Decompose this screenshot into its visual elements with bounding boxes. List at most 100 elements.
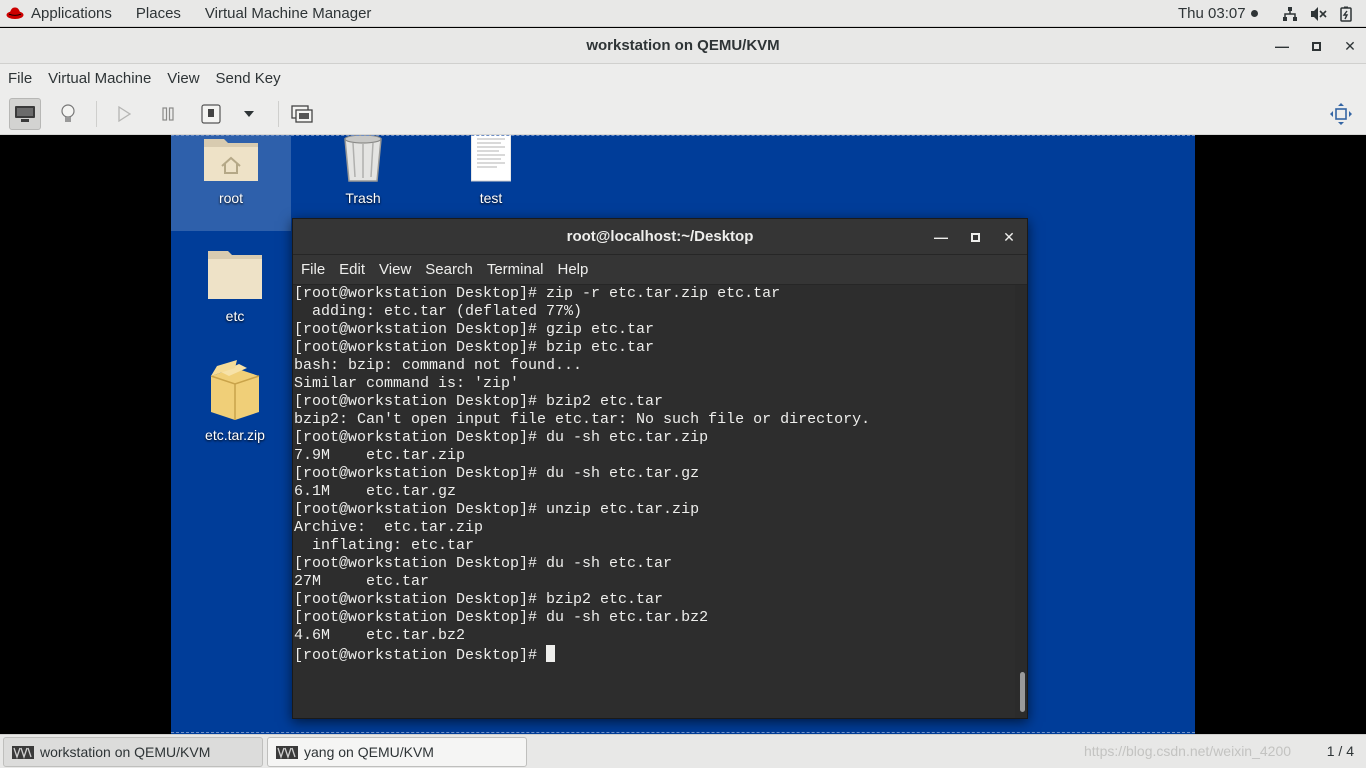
redhat-logo-icon: [6, 7, 24, 19]
terminal-line: [root@workstation Desktop]# du -sh etc.t…: [294, 555, 673, 572]
terminal-title: root@localhost:~/Desktop: [566, 228, 754, 245]
archive-icon: [210, 360, 260, 420]
system-tray[interactable]: [1282, 0, 1352, 27]
toolbar-separator: [278, 101, 279, 127]
applications-menu[interactable]: Applications: [0, 0, 124, 27]
terminal-line: [root@workstation Desktop]# zip -r etc.t…: [294, 285, 781, 302]
terminal-line: Similar command is: 'zip': [294, 375, 520, 392]
vm-window-titlebar[interactable]: workstation on QEMU/KVM — ✕: [0, 28, 1366, 64]
terminal-line: [root@workstation Desktop]# unzip etc.ta…: [294, 501, 700, 518]
desktop-icon-etc-tar-zip[interactable]: etc.tar.zip: [175, 360, 295, 443]
terminal-line: 7.9M etc.tar.zip: [294, 447, 466, 464]
terminal-menubar: File Edit View Search Terminal Help: [293, 255, 1027, 285]
display-border-top: [171, 135, 1195, 136]
desktop-icon-root[interactable]: root: [171, 135, 291, 231]
applications-label: Applications: [31, 4, 112, 22]
play-icon: [118, 106, 131, 122]
maximize-icon[interactable]: [969, 231, 981, 243]
document-icon: [470, 135, 512, 182]
terminal-line: [root@workstation Desktop]# bzip etc.tar: [294, 339, 655, 356]
terminal-prompt: [root@workstation Desktop]#: [294, 647, 547, 664]
desktop-icon-label: test: [479, 190, 503, 206]
task-label: yang on QEMU/KVM: [304, 744, 434, 760]
vm-window-title: workstation on QEMU/KVM: [586, 37, 780, 54]
guest-desktop[interactable]: root Trash test etc etc.tar.zip root@loc…: [171, 135, 1195, 734]
display-border-bottom: [171, 732, 1195, 733]
fullscreen-button[interactable]: [1325, 98, 1357, 130]
workspace-indicator[interactable]: 1 / 4: [1327, 743, 1354, 759]
terminal-line: 6.1M etc.tar.gz: [294, 483, 457, 500]
snapshots-icon: [291, 105, 313, 123]
maximize-icon[interactable]: [1310, 40, 1322, 52]
pause-icon: [162, 107, 174, 121]
clock-label: Thu 03:07: [1178, 5, 1246, 22]
close-icon[interactable]: ✕: [1344, 38, 1356, 54]
terminal-menu-terminal[interactable]: Terminal: [480, 261, 551, 278]
close-icon[interactable]: ✕: [1003, 229, 1015, 245]
power-icon: [1340, 6, 1352, 22]
minimize-icon[interactable]: —: [934, 229, 948, 245]
terminal-line: bzip2: Can't open input file etc.tar: No…: [294, 411, 871, 428]
places-menu[interactable]: Places: [124, 0, 193, 27]
scrollbar-thumb[interactable]: [1020, 672, 1025, 712]
details-view-button[interactable]: [52, 98, 84, 130]
fullscreen-icon: [1330, 103, 1352, 125]
vm-menubar: File Virtual Machine View Send Key: [0, 64, 1366, 93]
power-button-icon: [201, 104, 221, 124]
shutdown-button[interactable]: [195, 98, 227, 130]
lightbulb-icon: [61, 104, 75, 122]
desktop-icon-test[interactable]: test: [431, 135, 551, 206]
home-folder-icon: [204, 139, 258, 181]
terminal-line: [root@workstation Desktop]# bzip2 etc.ta…: [294, 393, 664, 410]
toolbar-separator: [96, 101, 97, 127]
terminal-titlebar[interactable]: root@localhost:~/Desktop — ✕: [293, 219, 1027, 255]
terminal-menu-help[interactable]: Help: [551, 261, 596, 278]
app-menu[interactable]: Virtual Machine Manager: [193, 0, 383, 27]
menu-virtual-machine[interactable]: Virtual Machine: [40, 70, 159, 87]
vm-display[interactable]: root Trash test etc etc.tar.zip root@loc…: [0, 135, 1366, 734]
terminal-line: [root@workstation Desktop]# du -sh etc.t…: [294, 429, 709, 446]
text-cursor: [546, 645, 556, 662]
terminal-menu-view[interactable]: View: [372, 261, 418, 278]
clock[interactable]: Thu 03:07: [1178, 0, 1258, 27]
minimize-icon[interactable]: —: [1275, 38, 1289, 54]
terminal-menu-file[interactable]: File: [293, 261, 332, 278]
terminal-line: [root@workstation Desktop]# du -sh etc.t…: [294, 609, 709, 626]
network-icon: [1283, 6, 1297, 21]
task-label: workstation on QEMU/KVM: [40, 744, 211, 760]
vm-manager-icon: [276, 745, 298, 759]
terminal-line: 4.6M etc.tar.bz2: [294, 627, 466, 644]
terminal-menu-search[interactable]: Search: [418, 261, 480, 278]
task-yang[interactable]: yang on QEMU/KVM: [267, 737, 527, 767]
snapshots-button[interactable]: [286, 98, 318, 130]
desktop-icon-label: Trash: [345, 190, 381, 206]
menu-send-key[interactable]: Send Key: [208, 70, 289, 87]
terminal-menu-edit[interactable]: Edit: [332, 261, 372, 278]
terminal-line: inflating: etc.tar: [294, 537, 475, 554]
volume-icon: [1311, 6, 1327, 21]
terminal-line: Archive: etc.tar.zip: [294, 519, 484, 536]
notification-dot-icon: [1250, 10, 1258, 17]
chevron-down-icon: [244, 111, 254, 117]
desktop-icon-label: etc.tar.zip: [205, 427, 265, 443]
console-view-button[interactable]: [9, 98, 41, 130]
terminal-line: adding: etc.tar (deflated 77%): [294, 303, 583, 320]
terminal-line: bash: bzip: command not found...: [294, 357, 583, 374]
desktop-icon-trash[interactable]: Trash: [303, 135, 423, 206]
terminal-prompt-line[interactable]: [root@workstation Desktop]#: [294, 645, 1015, 665]
watermark-text: https://blog.csdn.net/weixin_4200: [1084, 743, 1292, 759]
trash-icon: [344, 135, 382, 182]
menu-view[interactable]: View: [159, 70, 207, 87]
run-button[interactable]: [108, 98, 140, 130]
desktop-icon-etc[interactable]: etc: [175, 247, 295, 324]
terminal-output[interactable]: [root@workstation Desktop]# zip -r etc.t…: [293, 285, 1015, 718]
shutdown-dropdown-button[interactable]: [233, 98, 265, 130]
pause-button[interactable]: [152, 98, 184, 130]
terminal-window[interactable]: root@localhost:~/Desktop — ✕ File Edit V…: [292, 218, 1028, 719]
task-workstation[interactable]: workstation on QEMU/KVM: [3, 737, 263, 767]
terminal-scrollbar[interactable]: [1017, 289, 1025, 714]
vm-manager-icon: [12, 745, 34, 759]
menu-file[interactable]: File: [0, 70, 40, 87]
terminal-line: [root@workstation Desktop]# bzip2 etc.ta…: [294, 591, 664, 608]
folder-icon: [208, 251, 262, 299]
